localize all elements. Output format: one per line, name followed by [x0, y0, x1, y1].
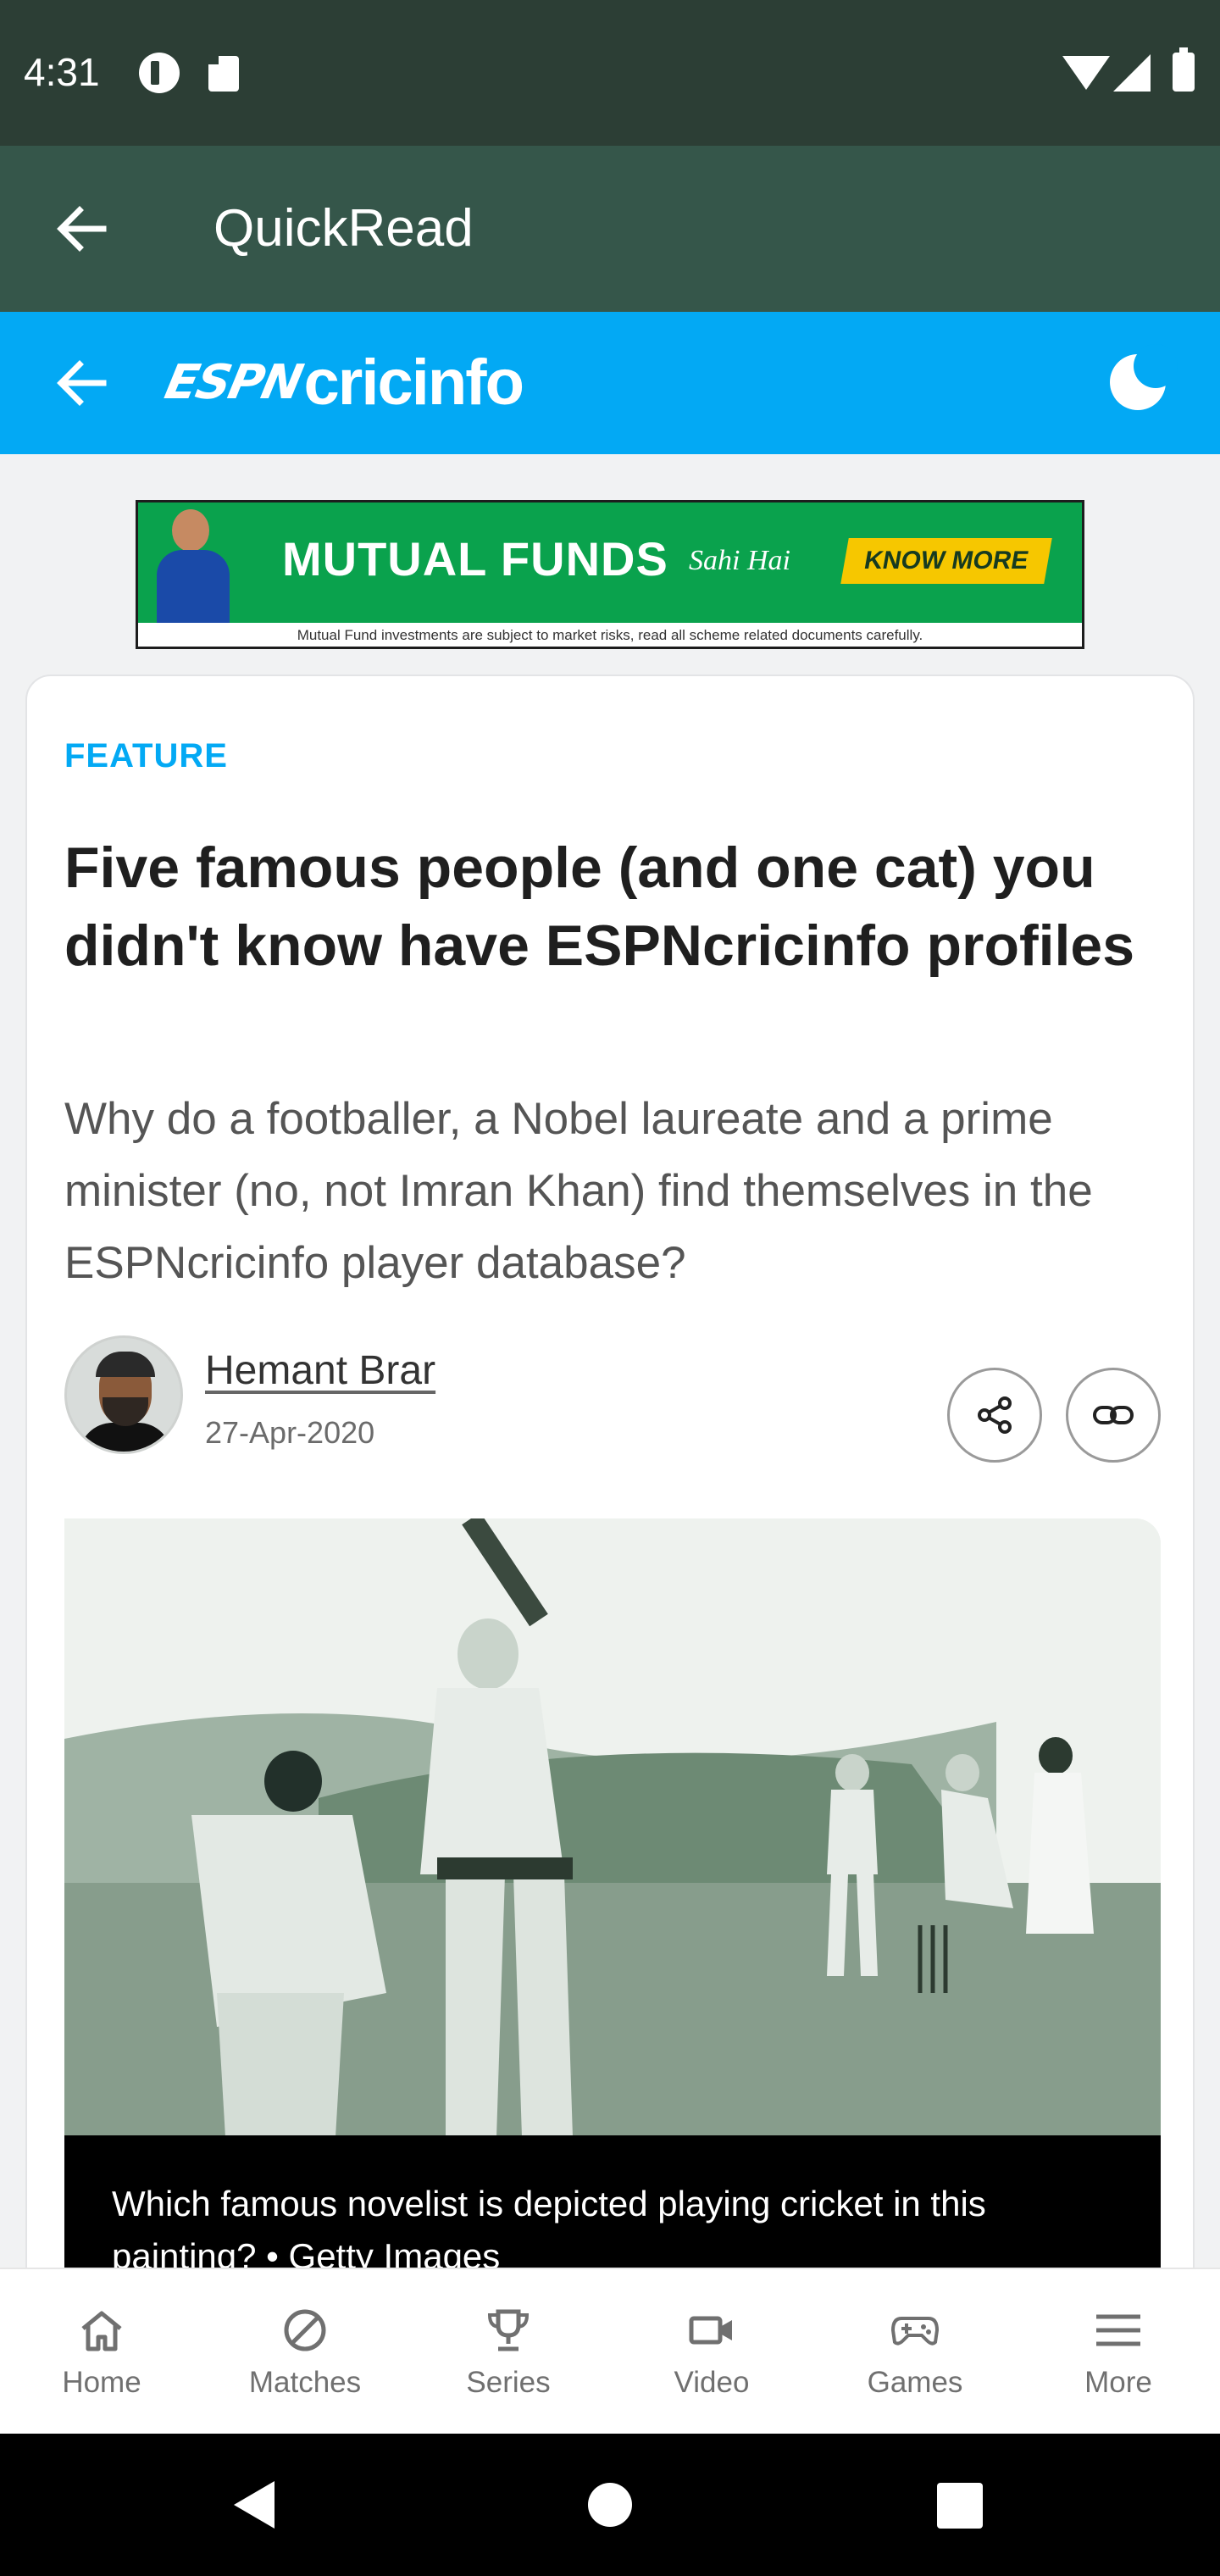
back-arrow-icon[interactable]	[49, 349, 117, 417]
publish-date: 27-Apr-2020	[205, 1415, 375, 1450]
nav-label: Home	[62, 2366, 141, 2399]
nav-label: Games	[867, 2366, 963, 2399]
ad-tagline: Sahi Hai	[689, 545, 790, 576]
nav-label: Video	[674, 2366, 750, 2399]
wifi-icon	[1062, 56, 1110, 90]
espncricinfo-logo[interactable]: ESPN cricinfo	[160, 346, 524, 419]
logo-espn-text: ESPN	[160, 354, 307, 410]
signal-icon	[1113, 54, 1151, 92]
espn-bar: ESPN cricinfo	[0, 312, 1220, 454]
link-icon	[1093, 1406, 1134, 1424]
system-recents-icon[interactable]	[937, 2483, 983, 2529]
battery-icon	[1173, 47, 1195, 92]
nav-item-home[interactable]: Home	[0, 2269, 203, 2435]
article-summary: Why do a footballer, a Nobel laureate an…	[64, 1094, 1093, 1288]
article-headline: Five famous people (and one cat) you did…	[64, 836, 1135, 978]
sd-card-icon	[208, 56, 239, 92]
nav-item-games[interactable]: Games	[813, 2269, 1017, 2435]
nav-item-more[interactable]: More	[1017, 2269, 1220, 2435]
share-button[interactable]	[947, 1368, 1042, 1463]
ad-know-more-button[interactable]: KNOW MORE	[840, 538, 1052, 584]
app-header: QuickRead	[0, 146, 1220, 312]
nav-item-video[interactable]: Video	[610, 2269, 813, 2435]
status-time: 4:31	[24, 50, 100, 94]
nav-label: Series	[466, 2366, 551, 2399]
video-icon	[689, 2316, 732, 2345]
ad-disclaimer: Mutual Fund investments are subject to m…	[138, 623, 1082, 647]
bottom-nav: Home Matches Series Video Games More	[0, 2268, 1220, 2434]
article-card: FEATURE Five famous people (and one cat)…	[25, 675, 1195, 2369]
back-arrow-icon[interactable]	[49, 195, 117, 263]
author-avatar[interactable]	[64, 1335, 183, 1454]
ad-title: MUTUAL FUNDS	[282, 532, 668, 586]
share-icon	[978, 1396, 1012, 1434]
article-image-cricket-painting	[64, 1518, 1161, 2137]
ad-banner[interactable]: MUTUAL FUNDS Sahi Hai KNOW MORE Mutual F…	[136, 500, 1084, 649]
ad-person-image	[147, 506, 240, 623]
copy-link-button[interactable]	[1066, 1368, 1161, 1463]
dark-mode-moon-icon[interactable]	[1110, 344, 1178, 410]
menu-icon	[1096, 2314, 1140, 2346]
home-icon	[81, 2311, 122, 2351]
nav-label: More	[1084, 2366, 1152, 2399]
nav-item-matches[interactable]: Matches	[203, 2269, 407, 2435]
matches-icon	[284, 2309, 326, 2351]
author-name-link[interactable]: Hemant Brar	[205, 1347, 435, 1394]
gamepad-icon	[890, 2317, 940, 2346]
article-kicker[interactable]: FEATURE	[64, 737, 228, 775]
notification-icon	[139, 53, 180, 93]
status-bar: 4:31	[0, 0, 1220, 146]
nav-item-series[interactable]: Series	[407, 2269, 610, 2435]
logo-cricinfo-text: cricinfo	[303, 346, 524, 419]
system-home-icon[interactable]	[588, 2483, 632, 2527]
app-title: QuickRead	[214, 199, 474, 258]
trophy-icon	[487, 2309, 530, 2351]
nav-label: Matches	[248, 2366, 362, 2399]
system-back-icon[interactable]	[234, 2481, 274, 2529]
